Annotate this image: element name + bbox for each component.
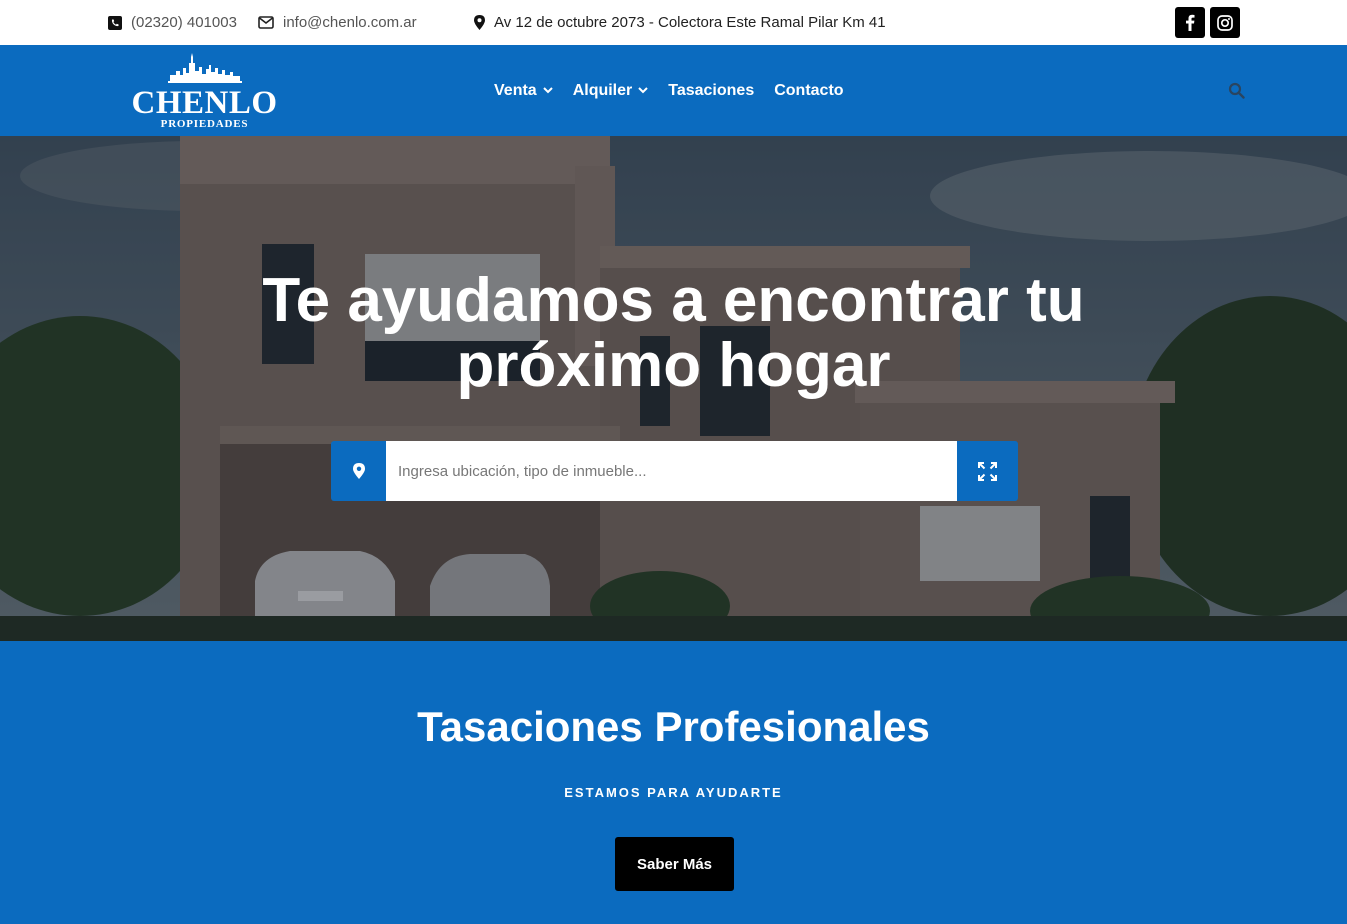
skyline-logo-icon	[168, 53, 242, 83]
section-title: Tasaciones Profesionales	[417, 703, 930, 750]
expand-icon	[978, 461, 997, 481]
search-icon[interactable]	[1228, 82, 1245, 99]
phone-text: (02320) 401003	[131, 14, 237, 31]
facebook-icon	[1186, 14, 1195, 31]
chenlo-logo[interactable]: CHENLO PROPIEDADES	[122, 51, 287, 133]
chevron-down-icon	[542, 87, 553, 94]
facebook-link[interactable]	[1175, 7, 1205, 38]
nav-item-label: Alquiler	[572, 81, 633, 99]
hero-title-line2: próximo hogar	[456, 331, 891, 400]
email-text: info@chenlo.com.ar	[283, 14, 417, 31]
section-subtitle: ESTAMOS PARA AYUDARTE	[564, 785, 783, 800]
hero-section: Te ayudamos a encontrar tu próximo hogar	[0, 136, 1347, 641]
nav-item-label: Venta	[494, 81, 537, 99]
address-info: Av 12 de octubre 2073 - Colectora Este R…	[474, 0, 886, 45]
nav-item-tasaciones[interactable]: Tasaciones	[668, 82, 754, 100]
phone-contact[interactable]: (02320) 401003	[108, 0, 237, 45]
map-marker-icon	[474, 15, 485, 30]
logo-subtitle: PROPIEDADES	[160, 118, 249, 130]
nav-item-label: Contacto	[774, 81, 844, 99]
address-text: Av 12 de octubre 2073 - Colectora Este R…	[494, 14, 886, 31]
instagram-link[interactable]	[1210, 7, 1240, 38]
logo-wordmark: CHENLO	[131, 85, 278, 121]
nav-item-alquiler[interactable]: Alquiler	[573, 82, 649, 100]
search-input[interactable]	[386, 441, 957, 501]
nav-menu: Venta Alquiler Tasaciones Contacto	[494, 45, 864, 136]
main-navbar: CHENLO PROPIEDADES Venta Alquiler Tasaci…	[0, 45, 1347, 136]
map-marker-icon	[352, 463, 365, 479]
hero-title-line1: Te ayudamos a encontrar tu	[262, 266, 1085, 335]
nav-item-contacto[interactable]: Contacto	[774, 82, 843, 100]
search-location-pin	[331, 441, 386, 501]
hero-title: Te ayudamos a encontrar tu próximo hogar	[200, 268, 1147, 398]
phone-icon	[108, 15, 122, 30]
nav-item-venta[interactable]: Venta	[494, 82, 553, 100]
tasaciones-section: Tasaciones Profesionales ESTAMOS PARA AY…	[0, 641, 1347, 924]
top-bar: (02320) 401003 info@chenlo.com.ar Av 12 …	[0, 0, 1347, 45]
saber-mas-button[interactable]: Saber Más	[615, 837, 734, 891]
advanced-search-button[interactable]	[957, 441, 1018, 501]
chevron-down-icon	[638, 87, 648, 94]
envelope-icon	[258, 16, 274, 29]
nav-item-label: Tasaciones	[668, 81, 755, 99]
instagram-icon	[1217, 14, 1233, 31]
email-contact[interactable]: info@chenlo.com.ar	[258, 0, 417, 45]
property-search-box	[331, 441, 1018, 501]
